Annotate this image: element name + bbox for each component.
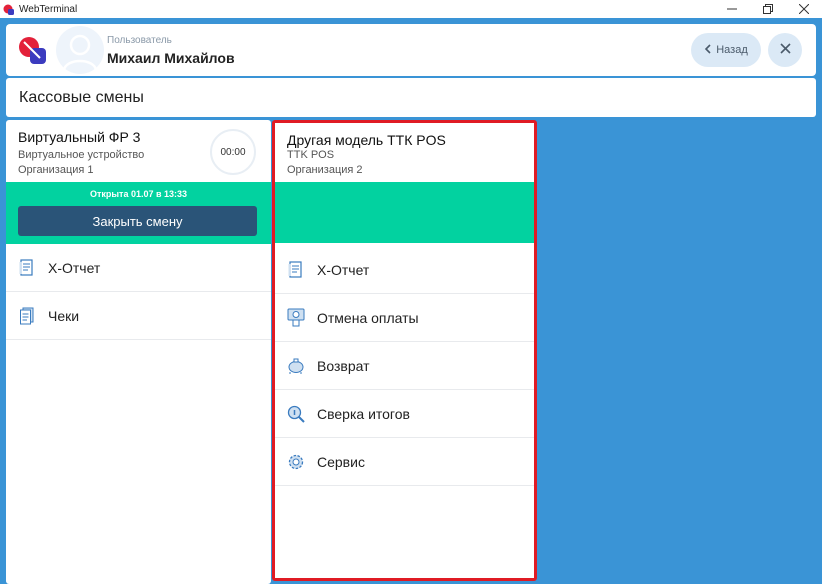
receipts-icon (18, 306, 36, 326)
menu-item-receipts[interactable]: Чеки (6, 292, 271, 340)
avatar (56, 26, 104, 74)
restore-button[interactable] (750, 0, 786, 18)
app-area: Пользователь Михаил Михайлов Назад Кассо… (0, 18, 822, 584)
card-organization: Организация 1 (18, 164, 94, 176)
menu-item-refund[interactable]: Возврат (275, 342, 534, 390)
shift-card-2: Другая модель ТТК POS TTK POS Организаци… (272, 120, 537, 581)
menu-item-service[interactable]: Сервис (275, 438, 534, 486)
window-title: WebTerminal (19, 3, 78, 15)
shift-card-1: Виртуальный ФР 3 Виртуальное устройство … (6, 120, 271, 584)
back-button-label: Назад (716, 44, 748, 56)
menu-item-label: Сверка итогов (317, 405, 410, 422)
card-device: TTK POS (287, 149, 335, 161)
menu-item-x-report[interactable]: X-Отчет (275, 246, 534, 294)
back-button[interactable]: Назад (691, 33, 761, 67)
page-title: Кассовые смены (19, 89, 144, 106)
app-logo-icon (3, 3, 15, 15)
shift-status-panel: Открыта 01.07 в 13:33 Закрыть смену (6, 182, 271, 244)
card-title: Виртуальный ФР 3 (18, 129, 141, 145)
menu-item-label: Чеки (48, 307, 80, 324)
menu-item-cancel-payment[interactable]: Отмена оплаты (275, 294, 534, 342)
menu-item-label: X-Отчет (48, 259, 101, 276)
close-shift-button[interactable]: Закрыть смену (18, 206, 257, 236)
close-icon (779, 41, 791, 59)
menu-item-reconciliation[interactable]: Сверка итогов (275, 390, 534, 438)
window-titlebar: WebTerminal (0, 0, 822, 18)
shift-timer: 00:00 (210, 129, 256, 175)
user-caption: Пользователь (107, 35, 172, 46)
chevron-left-icon (704, 43, 712, 57)
menu-item-label: Возврат (317, 357, 370, 374)
refund-icon (287, 356, 305, 376)
close-button[interactable] (768, 33, 802, 67)
menu-item-label: Сервис (317, 453, 365, 470)
menu-item-label: Отмена оплаты (317, 309, 419, 326)
cancel-payment-icon (287, 308, 305, 328)
report-icon (287, 260, 305, 280)
header: Пользователь Михаил Михайлов Назад (6, 24, 816, 76)
shift-status-panel (275, 182, 534, 243)
shift-opened-text: Открыта 01.07 в 13:33 (89, 189, 188, 199)
menu-item-x-report[interactable]: X-Отчет (6, 244, 271, 292)
page-title-bar: Кассовые смены (6, 78, 816, 117)
card-organization: Организация 2 (287, 164, 363, 176)
card-title: Другая модель ТТК POS (287, 132, 446, 148)
gear-icon (287, 452, 305, 472)
user-name: Михаил Михайлов (107, 50, 235, 66)
report-icon (18, 258, 36, 278)
brand-logo-icon (18, 36, 48, 66)
window-close-button[interactable] (786, 0, 822, 18)
minimize-button[interactable] (714, 0, 750, 18)
reconciliation-icon (287, 404, 305, 424)
menu-item-label: X-Отчет (317, 261, 370, 278)
card-device: Виртуальное устройство (18, 149, 145, 161)
